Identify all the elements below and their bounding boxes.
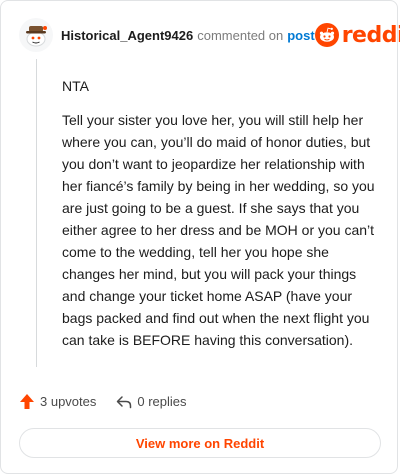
reddit-brand[interactable]: reddit xyxy=(314,22,400,48)
comment-embed-card: Historical_Agent9426 commented on post r… xyxy=(0,0,400,474)
upvote-arrow-icon xyxy=(20,394,34,409)
view-more-button[interactable]: View more on Reddit xyxy=(19,428,381,458)
reddit-wordmark: reddit xyxy=(341,22,400,48)
comment-paragraph: NTA xyxy=(62,78,89,94)
comment-footer: 3 upvotes 0 replies xyxy=(19,393,187,410)
snoo-avatar-icon[interactable] xyxy=(19,18,53,52)
comment-meta: Historical_Agent9426 commented on post xyxy=(61,28,315,43)
comment-paragraph: Tell your sister you love her, you will … xyxy=(62,112,375,348)
comment-body: NTA Tell your sister you love her, you w… xyxy=(62,75,380,363)
reddit-logo-icon xyxy=(314,23,339,47)
post-link[interactable]: post xyxy=(287,28,314,43)
author-name[interactable]: Historical_Agent9426 xyxy=(61,28,193,43)
upvote-button[interactable]: 3 upvotes xyxy=(19,393,96,410)
upvote-count: 3 upvotes xyxy=(40,394,97,409)
reply-count: 0 replies xyxy=(137,394,187,409)
reply-button[interactable]: 0 replies xyxy=(116,394,187,409)
comment-header: Historical_Agent9426 commented on post r… xyxy=(19,15,400,55)
reply-icon xyxy=(117,395,132,408)
action-text: commented on xyxy=(197,27,284,43)
thread-line xyxy=(36,59,37,367)
